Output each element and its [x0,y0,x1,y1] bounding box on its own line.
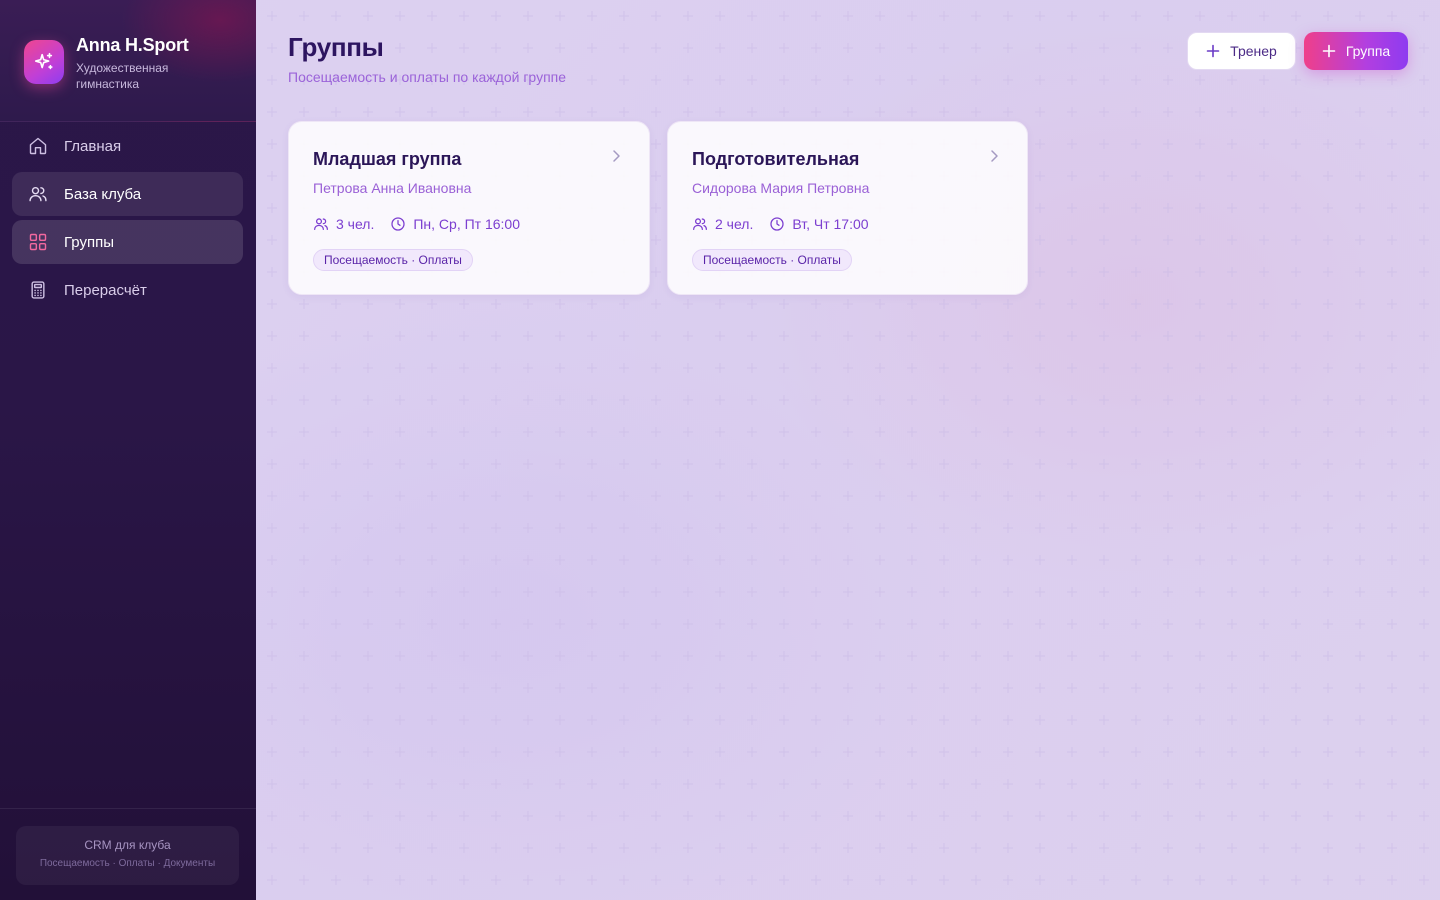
sidebar-item-recalculation[interactable]: Перерасчёт [12,268,243,312]
sidebar-footer: CRM для клуба Посещаемость · Оплаты · До… [0,808,256,900]
group-trainer: Сидорова Мария Петровна [692,180,870,196]
group-members: 2 чел. [715,216,754,232]
sidebar-item-home[interactable]: Главная [12,124,243,168]
group-schedule: Вт, Чт 17:00 [792,216,869,232]
page-title: Группы [288,32,384,62]
add-group-label: Группа [1345,43,1391,59]
add-group-button[interactable]: Группа [1304,32,1408,70]
group-schedule: Пн, Ср, Пт 16:00 [413,216,521,232]
clock-icon [390,216,406,232]
sidebar-item-label: Главная [64,137,122,155]
chevron-right-icon [609,149,623,163]
group-badge: Посещаемость · Оплаты [692,249,852,271]
clock-icon [769,216,785,232]
group-members: 3 чел. [336,216,375,232]
sidebar: Anna H.Sport Художественная гимнастика Г… [0,0,256,900]
home-icon [28,136,48,156]
add-trainer-button[interactable]: Тренер [1187,32,1296,70]
sidebar-nav: Главная База клуба Группы Перерасчёт [12,124,243,316]
group-meta: 2 чел. Вт, Чт 17:00 [692,214,869,234]
sidebar-item-label: База клуба [64,185,142,203]
group-title: Подготовительная [692,149,860,169]
sparkles-icon [24,40,64,84]
sidebar-item-label: Группы [64,233,114,251]
group-trainer: Петрова Анна Ивановна [313,180,472,196]
group-meta: 3 чел. Пн, Ср, Пт 16:00 [313,214,520,234]
main-content: Группы Посещаемость и оплаты по каждой г… [256,0,1440,900]
chevron-right-icon [987,149,1001,163]
brand-subtitle: Художественная гимнастика [76,61,169,91]
crm-info-title: CRM для клуба [84,838,171,852]
crm-info-card: CRM для клуба Посещаемость · Оплаты · До… [16,826,239,885]
users-icon [28,184,48,204]
sidebar-item-label: Перерасчёт [64,281,147,299]
page-subtitle: Посещаемость и оплаты по каждой группе [288,69,567,85]
brand-header: Anna H.Sport Художественная гимнастика [0,0,256,122]
group-card[interactable]: Подготовительная Сидорова Мария Петровна… [667,121,1028,295]
add-trainer-label: Тренер [1230,43,1277,59]
plus-icon [1206,44,1220,58]
plus-icon [1322,44,1336,58]
group-title: Младшая группа [313,149,462,169]
crm-info-subtitle: Посещаемость · Оплаты · Документы [39,858,216,869]
users-icon [313,216,329,232]
users-icon [692,216,708,232]
group-card[interactable]: Младшая группа Петрова Анна Ивановна 3 ч… [288,121,650,295]
calculator-icon [28,280,48,300]
sidebar-item-club-base[interactable]: База клуба [12,172,243,216]
brand-name: Anna H.Sport [76,35,189,55]
sidebar-item-groups[interactable]: Группы [12,220,243,264]
group-badge: Посещаемость · Оплаты [313,249,473,271]
grid-icon [28,232,48,252]
